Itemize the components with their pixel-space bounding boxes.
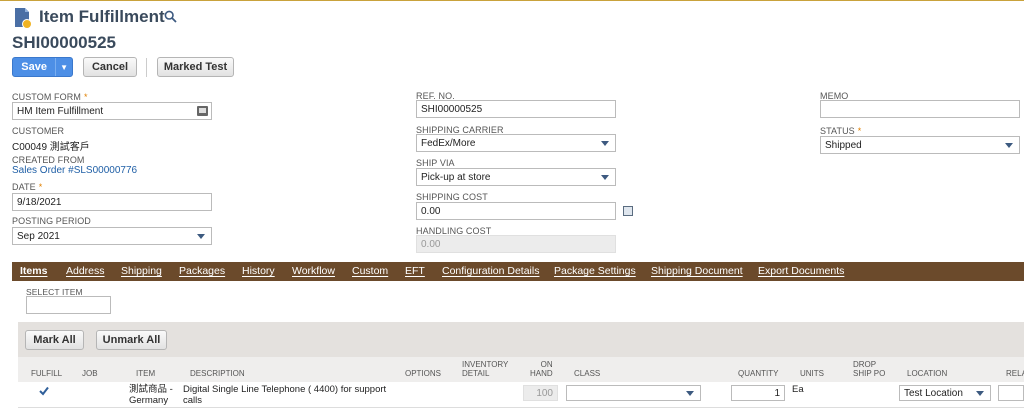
row-item: 測試商品 - Germany [129,384,173,406]
shipping-cost-label: SHIPPING COST [416,192,488,202]
status-select[interactable]: Shipped [820,136,1020,154]
customer-value: C00049 測試客戶 [12,142,90,153]
col-item: ITEM [136,369,156,378]
col-inventory-detail: INVENTORY DETAIL [462,360,509,378]
ship-via-select[interactable]: Pick-up at store [416,168,616,186]
page-title: Item Fulfillment [39,7,165,26]
chevron-down-icon [601,175,609,180]
row-class-select[interactable] [566,385,701,401]
tab-workflow[interactable]: Workflow [292,265,335,277]
custom-form-select[interactable]: HM Item Fulfillment [12,102,212,120]
date-label: DATE * [12,182,43,192]
ship-via-label: SHIP VIA [416,158,455,168]
col-location: LOCATION [907,369,948,378]
row-description: Digital Single Line Telephone ( 4400) fo… [183,384,387,406]
tab-address[interactable]: Address [66,265,105,277]
tab-items[interactable]: Items [20,265,47,277]
status-label: STATUS * [820,126,862,136]
date-field[interactable]: 9/18/2021 [12,193,212,211]
memo-field[interactable] [820,100,1020,118]
col-drop-ship-po: DROP SHIP PO [853,360,886,378]
tab-shipping-document[interactable]: Shipping Document [651,265,743,277]
save-button[interactable]: Save ▼ [12,57,73,77]
posting-period-label: POSTING PERIOD [12,216,91,226]
fulfill-checkbox[interactable] [39,386,49,396]
row-quantity-field[interactable]: 1 [731,385,785,401]
created-from-link[interactable]: Sales Order #SLS00000776 [12,165,137,176]
tab-shipping[interactable]: Shipping [121,265,162,277]
search-icon[interactable] [164,10,177,23]
mark-all-button[interactable]: Mark All [25,330,84,350]
col-related: RELA [1006,369,1024,378]
col-on-hand: ON HAND [530,360,553,378]
save-dropdown-icon[interactable]: ▼ [55,58,72,76]
shipping-cost-field[interactable]: 0.00 [416,202,616,220]
unmark-all-button[interactable]: Unmark All [96,330,167,350]
sublist-toolbar [18,322,1024,357]
tab-eft[interactable]: EFT [405,265,425,277]
cancel-button[interactable]: Cancel [83,57,137,77]
col-fulfill: FULFILL [31,369,63,378]
row-divider [18,407,1024,408]
handling-cost-field: 0.00 [416,235,616,253]
item-fulfillment-icon [15,8,32,29]
calculator-icon[interactable] [623,206,633,216]
top-accent-line [0,0,1024,1]
col-job: JOB [82,369,98,378]
col-class: CLASS [574,369,601,378]
chevron-down-icon [1005,143,1013,148]
marked-test-button[interactable]: Marked Test [157,57,234,77]
button-divider [146,58,147,77]
col-description: DESCRIPTION [190,369,245,378]
chevron-down-icon [976,391,984,396]
save-button-label: Save [21,61,47,73]
chevron-down-icon [601,141,609,146]
col-units: UNITS [800,369,824,378]
custom-form-label: CUSTOM FORM * [12,92,88,102]
tab-custom[interactable]: Custom [352,265,388,277]
row-on-hand: 100 [523,385,558,401]
list-popup-icon[interactable] [197,106,208,116]
tab-packages[interactable]: Packages [179,265,225,277]
record-id: SHI00000525 [12,33,116,52]
items-tab-panel [12,281,1024,322]
select-item-field[interactable] [26,296,111,314]
tab-package-settings[interactable]: Package Settings [554,265,636,277]
chevron-down-icon [686,391,694,396]
row-units: Ea [792,384,804,395]
row-related-field[interactable] [998,385,1024,401]
tab-configuration-details[interactable]: Configuration Details [442,265,539,277]
tab-history[interactable]: History [242,265,275,277]
customer-label: CUSTOMER [12,126,65,136]
posting-period-select[interactable]: Sep 2021 [12,227,212,245]
created-from-label: CREATED FROM [12,155,85,165]
col-options: OPTIONS [405,369,442,378]
chevron-down-icon [197,234,205,239]
col-quantity: QUANTITY [738,369,779,378]
ref-no-field[interactable]: SHI00000525 [416,100,616,118]
tab-export-documents[interactable]: Export Documents [758,265,844,277]
shipping-carrier-select[interactable]: FedEx/More [416,134,616,152]
row-location-select[interactable]: Test Location [899,385,991,401]
